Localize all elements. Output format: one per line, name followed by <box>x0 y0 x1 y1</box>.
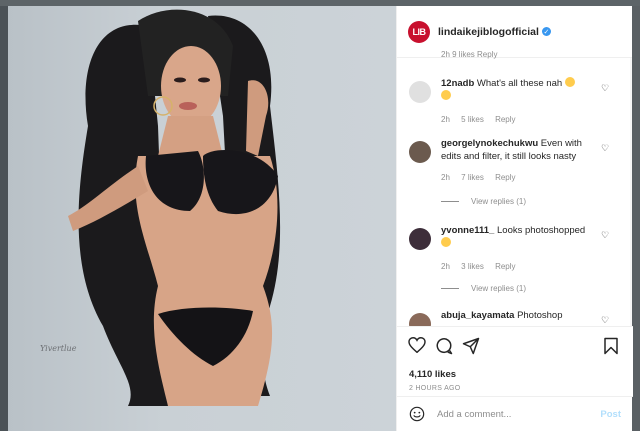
post-comment-button[interactable]: Post <box>600 409 621 420</box>
view-replies-button[interactable]: View replies (1) <box>441 197 526 206</box>
comments-list[interactable]: 2h 9 likes Reply 12nadb What's all these… <box>397 39 633 326</box>
backdrop-right <box>632 0 640 431</box>
view-replies-button[interactable]: View replies (1) <box>441 284 526 293</box>
comment-text: Photoshop <box>517 310 563 321</box>
heart-icon[interactable]: ♡ <box>601 143 609 154</box>
heart-icon[interactable]: ♡ <box>601 230 609 241</box>
comment-time: 2h <box>441 262 450 271</box>
comment-username[interactable]: 12nadb <box>441 78 474 89</box>
post-timestamp[interactable]: 2 HOURS AGO <box>409 385 461 392</box>
post-photo[interactable]: Yivertlue <box>8 6 396 431</box>
comment-username[interactable]: georgelynokechukwu <box>441 138 538 149</box>
verified-badge-icon: ✓ <box>541 27 551 36</box>
bookmark-icon[interactable] <box>603 337 619 355</box>
comment-time: 2h <box>441 115 450 124</box>
backdrop-left <box>0 0 8 431</box>
post-modal: Yivertlue LIB lindaikejiblogofficial ✓ 2… <box>8 6 633 431</box>
comment-text: Looks photoshopped <box>497 225 586 236</box>
comment-likes[interactable]: 7 likes <box>461 173 484 182</box>
comment-avatar[interactable] <box>409 228 431 250</box>
laughing-emoji-icon <box>441 237 451 247</box>
comment-meta: 2h 7 likes Reply <box>441 173 525 182</box>
post-side-panel: LIB lindaikejiblogofficial ✓ 2h 9 likes … <box>396 6 633 431</box>
comment-meta: 2h 3 likes Reply <box>441 262 525 271</box>
comment-meta: 2h 5 likes Reply <box>441 115 525 124</box>
comment-text: What's all these nah <box>476 78 563 89</box>
comment-username[interactable]: yvonne111_ <box>441 225 494 236</box>
comment-avatar[interactable] <box>409 313 431 326</box>
crying-emoji-icon <box>564 77 575 87</box>
share-icon[interactable] <box>462 337 480 355</box>
reply-button[interactable]: Reply <box>495 262 515 271</box>
comment-username[interactable]: abuja_kayamata <box>441 310 514 321</box>
comment-avatar[interactable] <box>409 81 431 103</box>
likes-count[interactable]: 4,110 likes <box>409 369 456 380</box>
emoji-picker-icon[interactable] <box>409 406 425 422</box>
heart-icon[interactable]: ♡ <box>601 315 609 326</box>
comment-bubble-icon[interactable] <box>435 337 453 355</box>
comments-scrollbar[interactable] <box>630 58 632 326</box>
add-comment-bar: Post <box>397 396 633 431</box>
like-heart-icon[interactable] <box>408 337 426 353</box>
photo-illustration <box>68 9 281 406</box>
reply-button[interactable]: Reply <box>495 173 515 182</box>
view-replies-label: View replies (1) <box>471 284 526 293</box>
view-replies-label: View replies (1) <box>471 197 526 206</box>
divider <box>441 201 459 202</box>
comment-avatar[interactable] <box>409 141 431 163</box>
partial-comment-meta: 2h 9 likes Reply <box>441 50 498 59</box>
heart-icon[interactable]: ♡ <box>601 83 609 94</box>
post-actions: 4,110 likes 2 HOURS AGO <box>397 326 633 396</box>
comment-likes[interactable]: 5 likes <box>461 115 484 124</box>
comment-time: 2h <box>441 173 450 182</box>
crying-emoji-icon <box>441 90 451 100</box>
photo-watermark: Yivertlue <box>40 344 77 353</box>
divider <box>441 288 459 289</box>
comment-input[interactable] <box>437 408 587 420</box>
reply-button[interactable]: Reply <box>495 115 515 124</box>
comment-likes[interactable]: 3 likes <box>461 262 484 271</box>
post-username[interactable]: lindaikejiblogofficial <box>438 26 539 38</box>
